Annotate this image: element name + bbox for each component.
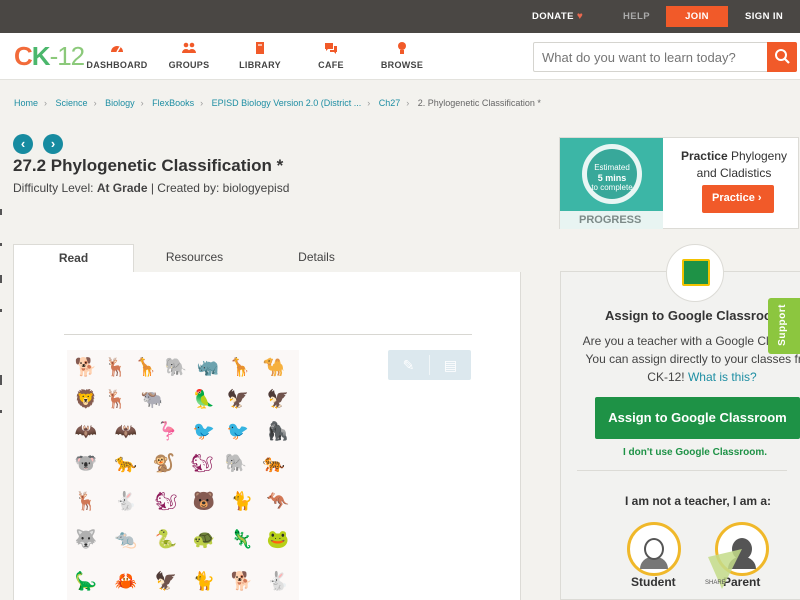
assign-google-classroom-button[interactable]: Assign to Google Classroom — [595, 397, 800, 439]
practice-progress-graphic: Estimated 5 mins to complete PROGRESS — [560, 138, 663, 229]
library-icon — [225, 41, 295, 57]
content-tabs: Read Resources Details — [13, 244, 521, 274]
gc-title: Assign to Google Classroom — [605, 308, 784, 323]
groups-icon — [154, 41, 224, 57]
tab-read[interactable]: Read — [13, 244, 134, 274]
chevron-right-icon: › — [50, 136, 56, 151]
page-title: 27.2 Phylogenetic Classification * — [13, 156, 284, 175]
share-label: SHARE — [705, 580, 726, 586]
student-role-button[interactable] — [627, 522, 681, 576]
cafe-icon — [296, 41, 366, 57]
sign-in-link[interactable]: SIGN IN — [745, 0, 783, 33]
breadcrumb-chapter[interactable]: Ch27 — [379, 98, 401, 108]
notes-icon[interactable]: ▤ — [430, 350, 471, 380]
breadcrumb-flexbooks[interactable]: FlexBooks — [152, 98, 194, 108]
join-button[interactable]: JOIN — [666, 6, 728, 27]
google-classroom-panel: Assign to Google Classroom Are you a tea… — [560, 271, 800, 600]
gc-description: Are you a teacher with a Google Classroo… — [582, 334, 800, 384]
edge-mark — [0, 410, 2, 413]
top-bar: DONATE ♥ HELP JOIN SIGN IN — [0, 0, 800, 33]
nav-dashboard[interactable]: DASHBOARD — [82, 41, 152, 70]
search-box — [533, 42, 797, 72]
dont-use-classroom-link[interactable]: I don't use Google Classroom. — [623, 447, 767, 458]
google-classroom-icon — [666, 244, 724, 302]
not-teacher-label: I am not a teacher, I am a: — [625, 494, 772, 508]
help-link[interactable]: HELP — [623, 0, 650, 33]
breadcrumb: Home › Science › Biology › FlexBooks › EPISD… — [14, 98, 541, 108]
support-tab[interactable]: Support — [768, 298, 800, 354]
breadcrumb-book[interactable]: EPISD Biology Version 2.0 (District ... — [212, 98, 362, 108]
donate-link[interactable]: DONATE ♥ — [532, 0, 583, 33]
edge-mark — [0, 375, 2, 385]
breadcrumb-current: 2. Phylogenetic Classification * — [417, 98, 541, 108]
tab-resources[interactable]: Resources — [134, 244, 255, 273]
divider — [577, 470, 787, 471]
practice-title: Practice Phylogeny and Cladistics — [680, 149, 788, 180]
practice-button[interactable]: Practice › — [702, 185, 774, 213]
estimated-time-badge: Estimated 5 mins to complete — [582, 144, 642, 204]
edge-mark — [0, 275, 2, 283]
animal-silhouettes-image: 🐕 🦌 🦒 🐘 🦏 🦒 🐪 🦁 🦌 🐃 🦜 🦅 🦅 🦇 🦇 🦩 🐦 🐦 🦍 🐨 🐆 🐒 🐿 🐘 🐅 🦌 🐇 🐿 🐻 🐈 🦘 🐺 🐀 🐍 🐢… — [67, 350, 299, 600]
breadcrumb-biology[interactable]: Biology — [105, 98, 135, 108]
breadcrumb-home[interactable]: Home — [14, 98, 38, 108]
chevron-left-icon: ‹ — [20, 136, 26, 151]
edge-mark — [0, 309, 2, 312]
dashboard-icon — [82, 41, 152, 57]
nav-library[interactable]: LIBRARY — [225, 41, 295, 70]
nav-groups[interactable]: GROUPS — [154, 41, 224, 70]
tab-details[interactable]: Details — [256, 244, 377, 273]
search-button[interactable] — [767, 42, 797, 72]
search-icon — [775, 49, 790, 64]
nav-cafe[interactable]: CAFE — [296, 41, 366, 70]
content-tools: ✎ ▤ — [388, 350, 471, 380]
practice-card: Estimated 5 mins to complete PROGRESS Pr… — [559, 137, 799, 229]
page-subtitle: Difficulty Level: At Grade | Created by:… — [13, 181, 290, 195]
content-divider — [64, 334, 472, 335]
edge-mark — [0, 243, 2, 246]
progress-label: PROGRESS — [560, 211, 663, 229]
ck12-logo[interactable]: CK-12 — [14, 41, 85, 72]
chevron-right-icon: › — [757, 192, 762, 204]
read-content: 🐕 🦌 🦒 🐘 🦏 🦒 🐪 🦁 🦌 🐃 🦜 🦅 🦅 🦇 🦇 🦩 🐦 🐦 🦍 🐨 🐆 🐒 🐿 🐘 🐅 🦌 🐇 🐿 🐻 🐈 🦘 🐺 🐀 🐍 🐢… — [13, 272, 521, 600]
edge-mark — [0, 209, 2, 215]
pencil-icon[interactable]: ✎ — [388, 350, 429, 380]
difficulty-level: At Grade — [96, 181, 148, 195]
student-label: Student — [631, 575, 676, 589]
previous-button[interactable]: ‹ — [13, 134, 33, 154]
what-is-this-link[interactable]: What is this? — [688, 370, 757, 384]
breadcrumb-science[interactable]: Science — [56, 98, 88, 108]
search-input[interactable] — [534, 43, 769, 71]
browse-icon — [367, 41, 437, 57]
main-header: CK-12 DASHBOARD GROUPS LIBRARY CAFE BROW… — [0, 33, 800, 80]
heart-icon: ♥ — [576, 11, 584, 22]
nav-browse[interactable]: BROWSE — [367, 41, 437, 70]
next-button[interactable]: › — [43, 134, 63, 154]
